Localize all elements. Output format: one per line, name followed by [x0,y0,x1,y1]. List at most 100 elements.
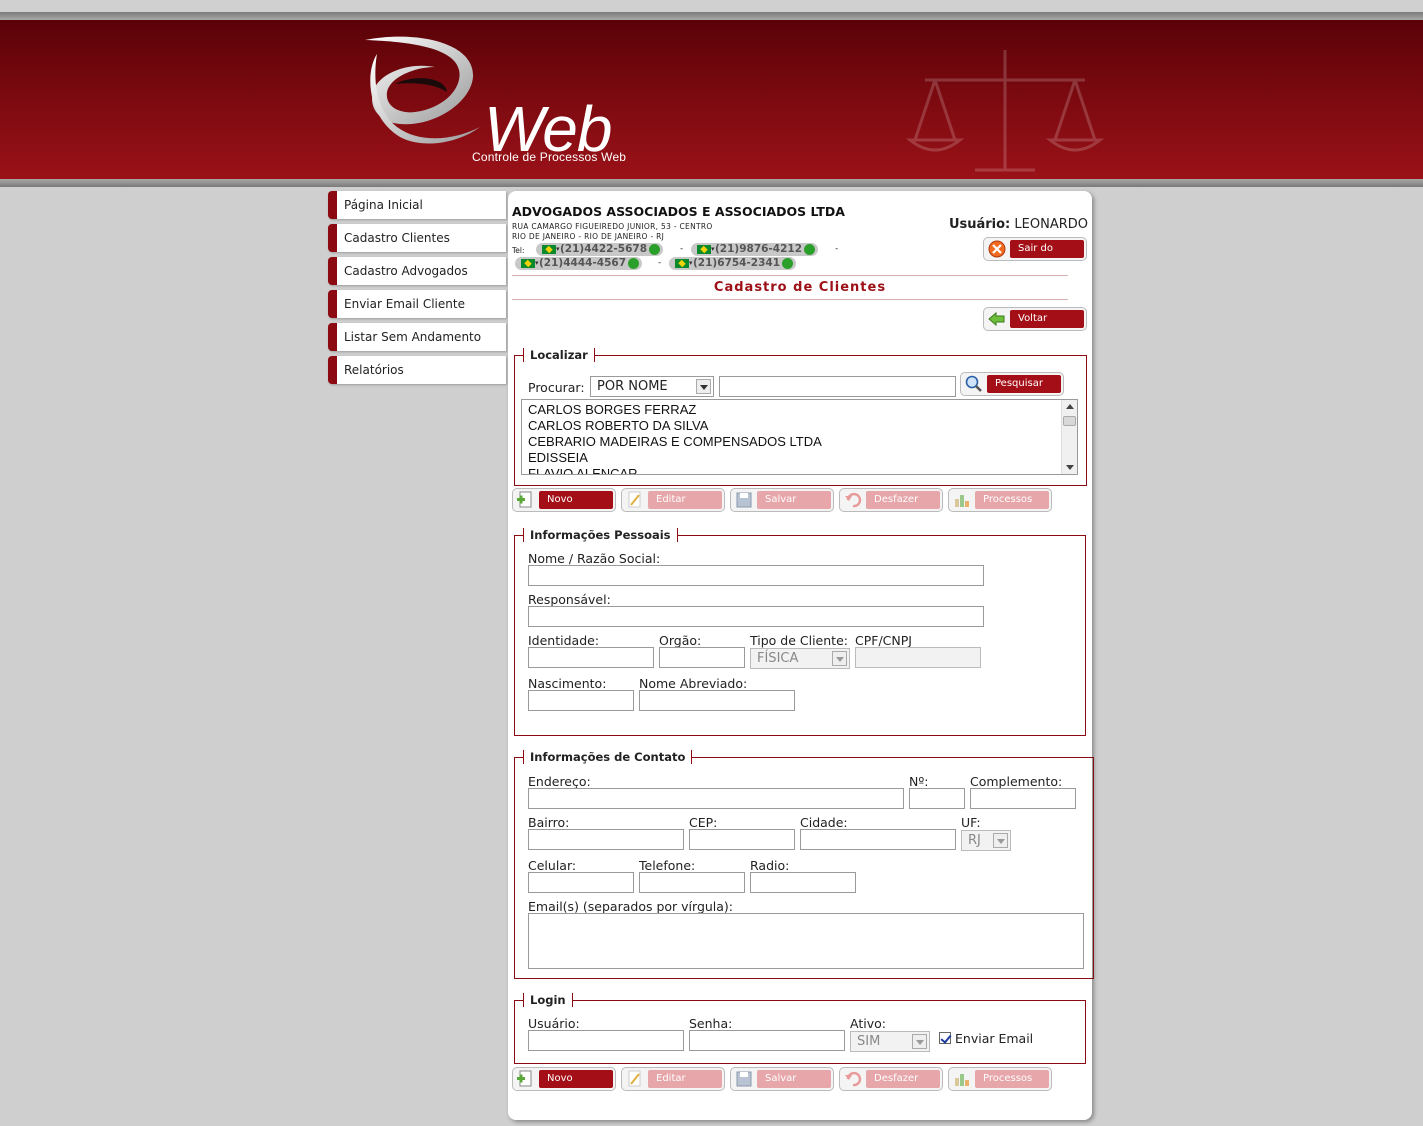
results-listbox[interactable]: CARLOS BORGES FERRAZ CARLOS ROBERTO DA S… [521,399,1078,475]
scroll-down-icon[interactable] [1066,465,1074,470]
desfazer-label: Desfazer [866,491,940,509]
list-item[interactable]: CEBRARIO MADEIRAS E COMPENSADOS LTDA [528,434,822,449]
login-legend: Login [523,993,573,1007]
user-label: Usuário: [948,217,1011,232]
enviar-email-checkbox[interactable] [939,1032,951,1044]
processos-button[interactable]: Processos [948,488,1052,512]
logout-button[interactable]: Sair do Sistema [983,237,1087,272]
user-name: LEONARDO [1014,217,1088,232]
call-icon[interactable] [628,258,640,269]
ativo-value: SIM [857,1034,881,1049]
desfazer-button[interactable]: Desfazer [839,1067,943,1091]
celular-input[interactable] [528,872,634,893]
call-icon[interactable] [804,244,816,255]
editar-button[interactable]: Editar [621,1067,725,1091]
responsavel-label: Responsável: [528,592,611,607]
salvar-label: Salvar [757,491,831,509]
search-button[interactable]: Pesquisar [960,372,1064,396]
back-button[interactable]: Voltar [983,307,1087,331]
novo-button[interactable]: Novo [512,488,616,512]
call-icon[interactable] [649,244,661,255]
phone-badge[interactable]: ▾ (21)9876-4212 [691,243,819,256]
main-panel: ADVOGADOS ASSOCIADOS E ASSOCIADOS LTDA R… [508,191,1094,1120]
novo-button[interactable]: Novo [512,1067,616,1091]
salvar-button[interactable]: Salvar [730,488,834,512]
numero-input[interactable] [909,788,965,809]
sidebar-item-cadastro-advogados[interactable]: Cadastro Advogados [328,257,506,285]
save-disk-icon [736,492,752,508]
new-document-icon [517,491,532,508]
divider [512,275,1068,276]
sidebar-item-relatorios[interactable]: Relatórios [328,356,506,384]
telefone-input[interactable] [639,872,745,893]
salvar-button[interactable]: Salvar [730,1067,834,1091]
usuario-input[interactable] [528,1030,684,1051]
tipo-cliente-select[interactable]: FÍSICA [750,648,850,669]
nome-input[interactable] [528,565,984,586]
endereco-label: Endereço: [528,774,591,789]
call-icon[interactable] [782,258,794,269]
phone-badge[interactable]: ▾ (21)6754-2341 [669,257,797,270]
nascimento-input[interactable] [528,690,634,711]
cidade-input[interactable] [800,829,956,850]
processos-label: Processos [975,491,1049,509]
radio-input[interactable] [750,872,856,893]
edit-icon [628,491,641,508]
complemento-input[interactable] [970,788,1076,809]
back-arrow-icon [988,311,1005,327]
uf-value: RJ [968,833,981,848]
bairro-label: Bairro: [528,815,570,830]
brazil-flag-icon [675,259,689,268]
numero-label: Nº: [909,774,929,789]
search-input[interactable] [719,376,956,397]
dropdown-arrow-icon: ▾ [535,259,539,267]
list-item[interactable]: CARLOS BORGES FERRAZ [528,402,696,417]
uf-select[interactable]: RJ [961,830,1011,851]
orgao-input[interactable] [659,647,745,668]
cpf-cnpj-input[interactable] [855,647,981,668]
endereco-input[interactable] [528,788,904,809]
company-address-line1: RUA CAMARGO FIGUEIREDO JUNIOR, 53 - CENT… [512,222,713,231]
editar-label: Editar [648,491,722,509]
radio-label: Radio: [750,858,790,873]
senha-input[interactable] [689,1030,845,1051]
pessoais-legend: Informações Pessoais [523,528,678,542]
sidebar-item-label: Enviar Email Cliente [344,297,465,311]
editar-button[interactable]: Editar [621,488,725,512]
list-item[interactable]: CARLOS ROBERTO DA SILVA [528,418,708,433]
phone-number: (21)4422-5678 [560,243,648,255]
identidade-input[interactable] [528,647,654,668]
phone-badge[interactable]: ▾ (21)4444-4567 [515,257,643,270]
novo-label: Novo [539,491,613,509]
search-label: Procurar: [528,380,585,395]
ativo-select[interactable]: SIM [850,1031,930,1052]
search-mode-select[interactable]: POR NOME [590,376,714,397]
list-item[interactable]: EDISSEIA [528,450,588,465]
scroll-up-icon[interactable] [1066,404,1074,409]
cep-input[interactable] [689,829,795,850]
results-scrollbar[interactable] [1061,400,1077,474]
scroll-thumb[interactable] [1063,416,1076,426]
tipo-cliente-value: FÍSICA [757,651,799,666]
cep-label: CEP: [689,815,718,830]
responsavel-input[interactable] [528,606,984,627]
list-item[interactable]: FLAVIO ALENCAR [528,466,638,474]
chevron-down-icon [832,651,847,666]
sidebar-item-enviar-email[interactable]: Enviar Email Cliente [328,290,506,318]
tipo-cliente-label: Tipo de Cliente: [750,633,848,648]
bairro-input[interactable] [528,829,684,850]
sidebar-item-cadastro-clientes[interactable]: Cadastro Clientes [328,224,506,252]
bar-chart-icon [955,1074,969,1086]
nome-abreviado-input[interactable] [639,690,795,711]
processos-button[interactable]: Processos [948,1067,1052,1091]
phone-badge[interactable]: ▾ (21)4422-5678 [536,243,664,256]
logo-subtitle: Controle de Processos Web [472,150,627,164]
logo-emblem [365,36,480,144]
desfazer-button[interactable]: Desfazer [839,488,943,512]
header-divider [0,179,1423,187]
brazil-flag-icon [542,245,556,254]
sidebar-item-listar-sem-andamento[interactable]: Listar Sem Andamento [328,323,506,351]
phone-number: (21)6754-2341 [693,257,781,269]
emails-textarea[interactable] [528,913,1084,969]
sidebar-item-pagina-inicial[interactable]: Página Inicial [328,191,506,219]
